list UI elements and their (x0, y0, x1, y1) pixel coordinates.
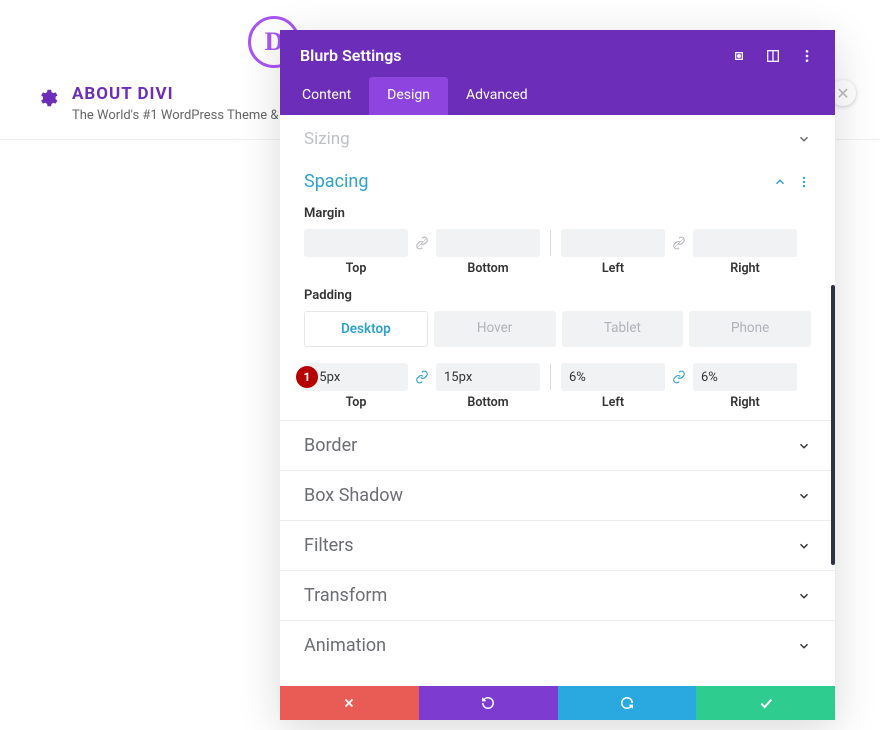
device-tabs: Desktop Hover Tablet Phone (304, 311, 811, 347)
tab-advanced[interactable]: Advanced (448, 77, 546, 115)
margin-bottom-input[interactable] (436, 229, 540, 257)
divider (550, 230, 551, 256)
chevron-down-icon (797, 589, 811, 603)
modal-title: Blurb Settings (300, 46, 402, 65)
chevron-up-icon (773, 175, 787, 189)
padding-label: Padding (304, 288, 811, 303)
section-border[interactable]: Border (280, 421, 835, 471)
padding-inputs (304, 363, 811, 391)
section-sizing[interactable]: Sizing (304, 115, 811, 157)
expand-icon[interactable] (731, 48, 747, 64)
padding-bottom-input[interactable] (436, 363, 540, 391)
kebab-icon[interactable] (797, 175, 811, 189)
delete-button[interactable] (280, 686, 419, 720)
device-tab-hover[interactable]: Hover (434, 311, 556, 347)
link-icon[interactable] (669, 236, 689, 250)
device-tab-phone[interactable]: Phone (689, 311, 811, 347)
undo-button[interactable] (419, 686, 558, 720)
section-transform[interactable]: Transform (280, 571, 835, 621)
margin-right-input[interactable] (693, 229, 797, 257)
settings-modal: Blurb Settings Content Design Advanced S… (280, 30, 835, 720)
gear-icon (36, 87, 58, 109)
save-button[interactable] (696, 686, 835, 720)
tab-design[interactable]: Design (369, 77, 448, 115)
modal-footer (280, 686, 835, 720)
padding-right-input[interactable] (693, 363, 797, 391)
chevron-down-icon (797, 489, 811, 503)
margin-label: Margin (304, 206, 811, 221)
divider (550, 364, 551, 390)
redo-icon (620, 696, 634, 710)
snap-icon[interactable] (765, 48, 781, 64)
page-header: ABOUT DIVI The World's #1 WordPress Them… (36, 84, 317, 123)
section-spacing-title: Spacing (304, 171, 368, 192)
chevron-down-icon (797, 639, 811, 653)
annotation-marker-1: 1 (296, 366, 318, 388)
margin-top-input[interactable] (304, 229, 408, 257)
chevron-down-icon (797, 439, 811, 453)
chevron-down-icon (797, 132, 811, 146)
kebab-icon[interactable] (799, 48, 815, 64)
section-box-shadow[interactable]: Box Shadow (280, 471, 835, 521)
device-tab-desktop[interactable]: Desktop (304, 311, 428, 347)
modal-header: Blurb Settings (280, 30, 835, 77)
padding-left-input[interactable] (561, 363, 665, 391)
padding-top-input[interactable] (304, 363, 408, 391)
margin-inputs (304, 229, 811, 257)
link-icon[interactable] (412, 370, 432, 384)
scrollbar-thumb[interactable] (831, 285, 835, 565)
tab-content[interactable]: Content (284, 77, 369, 115)
section-filters[interactable]: Filters (280, 521, 835, 571)
modal-tabs: Content Design Advanced (280, 77, 835, 115)
link-icon[interactable] (669, 370, 689, 384)
section-spacing-header[interactable]: Spacing (304, 157, 811, 206)
close-icon (342, 696, 356, 710)
margin-left-input[interactable] (561, 229, 665, 257)
check-icon (758, 695, 774, 711)
section-animation[interactable]: Animation (280, 621, 835, 670)
undo-icon (481, 696, 495, 710)
chevron-down-icon (797, 539, 811, 553)
redo-button[interactable] (558, 686, 697, 720)
link-icon[interactable] (412, 236, 432, 250)
device-tab-tablet[interactable]: Tablet (562, 311, 684, 347)
